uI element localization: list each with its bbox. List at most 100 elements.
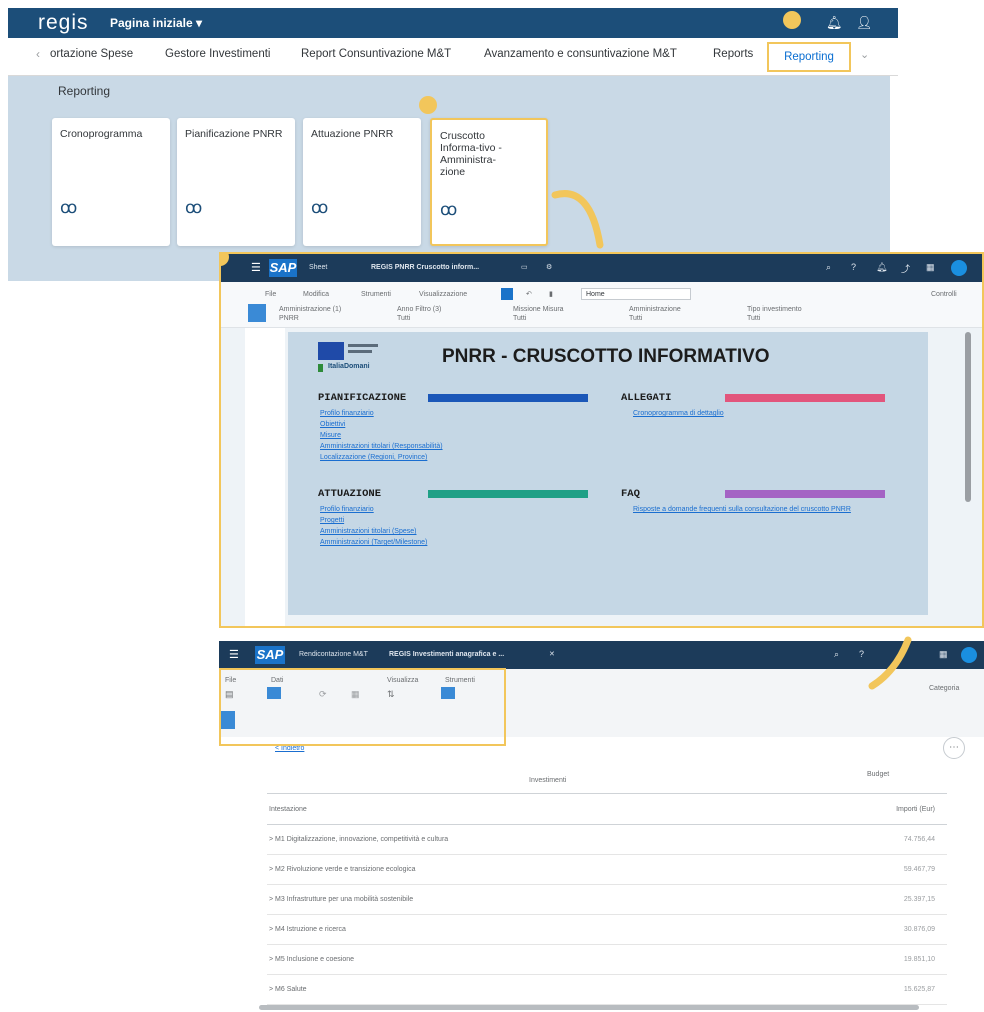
link-amm-target[interactable]: Amministrazioni (Target/Milestone): [320, 539, 427, 546]
menu-icon[interactable]: ☰: [251, 261, 261, 274]
row-label: > M2 Rivoluzione verde e transizione eco…: [269, 866, 416, 873]
close-icon[interactable]: ✕: [549, 650, 555, 658]
table-row[interactable]: > M6 Salute 15.625,87: [267, 975, 947, 1005]
menu-strumenti[interactable]: Strumenti: [361, 291, 391, 298]
filter-amministrazione[interactable]: Amministrazione (1): [279, 306, 341, 313]
chevron-down-icon[interactable]: ⌄: [860, 48, 869, 61]
sheet-tab[interactable]: Sheet: [309, 264, 327, 271]
eu-flag-icon: [318, 342, 344, 360]
help-icon[interactable]: ?: [851, 262, 856, 272]
tab-ortazione-spese[interactable]: ortazione Spese: [50, 48, 133, 60]
link-obiettivi[interactable]: Obiettivi: [320, 421, 345, 428]
help-icon[interactable]: ?: [859, 649, 864, 659]
row-value: 19.851,10: [903, 956, 935, 963]
menu-modifica[interactable]: Modifica: [303, 291, 329, 298]
link-profilo-finanziario-att[interactable]: Profilo finanziario: [320, 506, 374, 513]
share-icon[interactable]: ⤴: [901, 262, 910, 275]
sap-window-cruscotto: ☰ SAP Sheet REGIS PNRR Cruscotto inform.…: [219, 252, 984, 628]
table-row[interactable]: > M2 Rivoluzione verde e transizione eco…: [267, 855, 947, 885]
filter-value: Tutti: [629, 315, 643, 322]
glasses-icon: ꝏ: [60, 198, 78, 217]
sap-logo: SAP: [255, 646, 285, 664]
regis-logo: regis: [38, 11, 89, 34]
row-label: > M6 Salute: [269, 986, 307, 993]
menu-icon[interactable]: ☰: [229, 648, 239, 661]
column-header-right: Budget: [867, 771, 890, 778]
tile-title: Cronoprogramma: [60, 128, 143, 140]
tab-bar: ‹ ortazione Spese Gestore Investimenti R…: [8, 38, 898, 76]
link-localizzazione[interactable]: Localizzazione (Regioni, Province): [320, 454, 427, 461]
table-row[interactable]: > M1 Digitalizzazione, innovazione, comp…: [267, 825, 947, 855]
link-progetti[interactable]: Progetti: [320, 517, 344, 524]
row-label: > M3 Infrastrutture per una mobilità sos…: [269, 896, 414, 903]
filter-amministrazione-2[interactable]: Amministrazione: [629, 306, 681, 313]
table-row[interactable]: > M3 Infrastrutture per una mobilità sos…: [267, 885, 947, 915]
more-options-icon[interactable]: ⋯: [943, 737, 965, 759]
tab-gestore-investimenti[interactable]: Gestore Investimenti: [165, 48, 270, 60]
filter-value: Tutti: [747, 315, 761, 322]
link-faq[interactable]: Risposte a domande frequenti sulla consu…: [633, 506, 851, 513]
tab-avanzamento[interactable]: Avanzamento e consuntivazione M&T: [484, 48, 677, 60]
tile-title: Cruscotto Informa-tivo - Amministra-zion…: [440, 130, 502, 178]
sheet-select[interactable]: Home: [581, 288, 691, 300]
document-icon[interactable]: ▭: [521, 263, 528, 271]
scroll-left-icon[interactable]: ‹: [36, 47, 40, 61]
link-amministrazioni[interactable]: Amministrazioni titolari (Responsabilità…: [320, 443, 443, 450]
section-bar: [428, 394, 588, 402]
grid-icon[interactable]: ▦: [926, 262, 935, 273]
scrollbar[interactable]: [965, 332, 971, 502]
column-header: Investimenti: [529, 777, 567, 784]
avatar[interactable]: [961, 647, 977, 663]
horizontal-scrollbar[interactable]: [259, 1005, 919, 1010]
controls-label[interactable]: Controlli: [931, 291, 957, 298]
bookmark-icon[interactable]: ▮: [549, 290, 553, 298]
row-value: 25.397,15: [903, 896, 935, 903]
tile-cruscotto-informativo[interactable]: Cruscotto Informa-tivo - Amministra-zion…: [430, 118, 548, 246]
filter-icon[interactable]: [501, 288, 513, 300]
left-gutter: [245, 328, 285, 626]
table-row[interactable]: > M4 Istruzione e ricerca 30.876,09: [267, 915, 947, 945]
shell-header: regis Pagina iniziale ▾ 🔔︎ 👤︎: [8, 8, 898, 38]
search-icon[interactable]: ⌕: [834, 649, 839, 660]
tile-title: Pianificazione PNRR: [185, 128, 283, 140]
category-label[interactable]: Categoria: [929, 685, 959, 692]
italy-flag-icon: [318, 364, 323, 372]
bell-icon[interactable]: 🔔︎: [876, 262, 887, 273]
group-header-row: Intestazione Importi (Eur): [267, 793, 947, 825]
home-menu[interactable]: Pagina iniziale ▾: [110, 16, 202, 30]
search-icon[interactable]: ⌕: [826, 262, 831, 273]
user-icon[interactable]: 👤︎: [856, 15, 873, 31]
glasses-icon: ꝏ: [311, 198, 329, 217]
dashboard-document: ItaliaDomani PNRR - CRUSCOTTO INFORMATIV…: [288, 332, 928, 615]
section-bar: [725, 490, 885, 498]
tile-pianificazione-pnrr[interactable]: Pianificazione PNRR ꝏ: [177, 118, 295, 246]
group-header-value: Importi (Eur): [896, 806, 935, 813]
undo-icon[interactable]: ↶: [526, 290, 532, 298]
bell-icon[interactable]: 🔔︎: [826, 15, 843, 31]
window-title: REGIS PNRR Cruscotto inform...: [371, 264, 480, 271]
filter-panel-icon[interactable]: [248, 304, 266, 322]
row-label: > M4 Istruzione e ricerca: [269, 926, 346, 933]
tab-rendicontazione[interactable]: Rendicontazione M&T: [299, 651, 368, 658]
tile-attuazione-pnrr[interactable]: Attuazione PNRR ꝏ: [303, 118, 421, 246]
italia-domani-logo: ItaliaDomani: [328, 363, 370, 370]
tab-reports[interactable]: Reports: [713, 48, 753, 60]
grid-icon[interactable]: ▦: [939, 649, 948, 660]
avatar[interactable]: [951, 260, 967, 276]
settings-icon[interactable]: ⚙: [546, 263, 552, 271]
menu-file[interactable]: File: [265, 291, 276, 298]
link-misure[interactable]: Misure: [320, 432, 341, 439]
filter-value: Tutti: [397, 315, 411, 322]
link-amm-spese[interactable]: Amministrazioni titolari (Spese): [320, 528, 416, 535]
menu-visualizzazione[interactable]: Visualizzazione: [419, 291, 467, 298]
link-cronoprogramma[interactable]: Cronoprogramma di dettaglio: [633, 410, 724, 417]
tab-report-consuntivazione[interactable]: Report Consuntivazione M&T: [301, 48, 451, 60]
breadcrumb[interactable]: < Indietro: [275, 745, 304, 752]
tab-reporting[interactable]: Reporting: [767, 42, 851, 72]
filter-anno[interactable]: Anno Filtro (3): [397, 306, 441, 313]
filter-missione[interactable]: Missione Misura: [513, 306, 564, 313]
link-profilo-finanziario[interactable]: Profilo finanziario: [320, 410, 374, 417]
filter-tipo-investimento[interactable]: Tipo investimento: [747, 306, 802, 313]
table-row[interactable]: > M5 Inclusione e coesione 19.851,10: [267, 945, 947, 975]
tile-cronoprogramma[interactable]: Cronoprogramma ꝏ: [52, 118, 170, 246]
